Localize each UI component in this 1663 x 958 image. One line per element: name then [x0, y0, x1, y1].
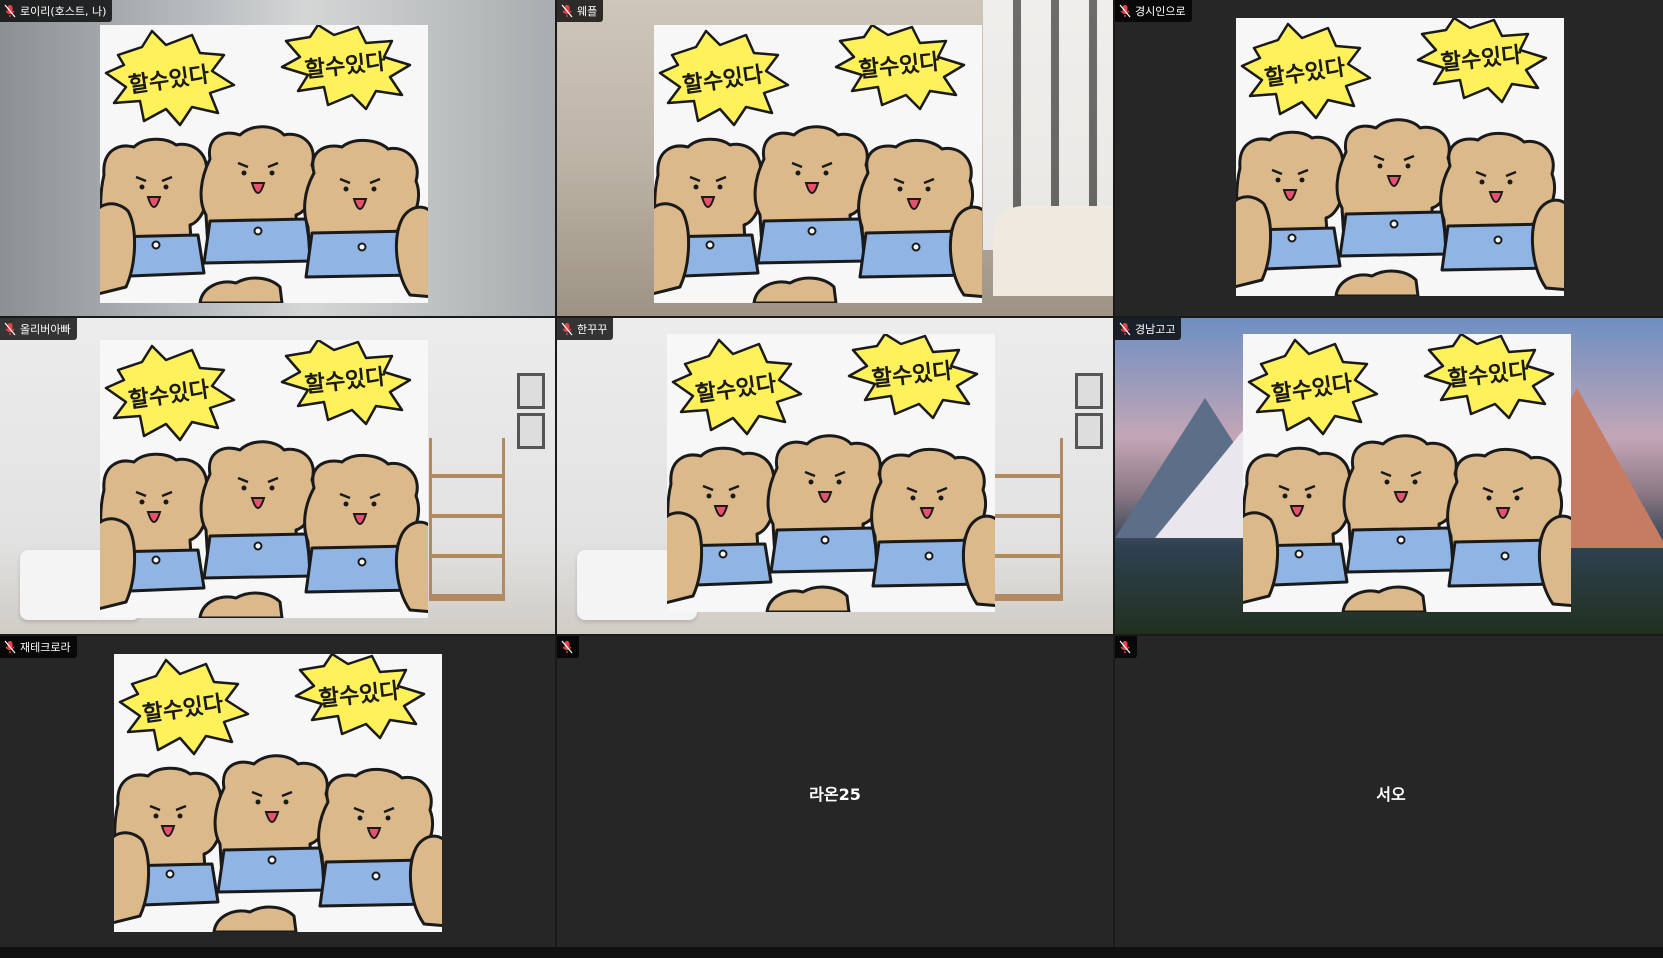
participant-name-tag: 재테크로라 — [0, 636, 77, 658]
participant-tile[interactable]: 올리버아빠 할수있다 할수있다 — [0, 318, 555, 634]
participant-name: 한꾸꾸 — [577, 323, 608, 336]
participant-name-tag: 경남고고 — [1115, 318, 1182, 340]
participant-tile[interactable]: 로이리(호스트, 나) 할수있다 할수있다 — [0, 0, 555, 316]
video-feed: 할수있다 할수있다 — [100, 340, 428, 618]
participant-name-tag: 로이리(호스트, 나) — [0, 0, 113, 22]
video-feed: 할수있다 할수있다 — [100, 25, 428, 303]
video-feed: 할수있다 할수있다 — [1243, 334, 1571, 612]
mic-muted-icon — [1119, 322, 1131, 336]
participant-grid: 로이리(호스트, 나) 할수있다 할수있다 웨플 할수있다 할수있다 경시인으로… — [0, 0, 1663, 949]
participant-name: 경시인으로 — [1135, 5, 1186, 18]
participant-name: 경남고고 — [1135, 323, 1176, 336]
participant-display-name: 서오 — [1376, 784, 1406, 804]
background-shelf — [987, 438, 1063, 601]
participant-name: 로이리(호스트, 나) — [20, 5, 107, 18]
mic-muted-icon — [561, 640, 573, 654]
participant-tile[interactable]: 웨플 할수있다 할수있다 — [557, 0, 1113, 316]
participant-tile[interactable]: 경시인으로 할수있다 할수있다 — [1115, 0, 1663, 316]
mic-muted-icon — [1119, 640, 1131, 654]
video-feed: 할수있다 할수있다 — [654, 25, 982, 303]
video-feed: 할수있다 할수있다 — [1236, 18, 1564, 296]
participant-tile[interactable]: 재테크로라 할수있다 할수있다 — [0, 636, 555, 949]
participant-name: 재테크로라 — [20, 641, 71, 654]
bottom-bar — [0, 947, 1663, 958]
background-frame — [517, 373, 545, 409]
background-frame — [1075, 373, 1103, 409]
mic-muted-icon — [561, 322, 573, 336]
mic-muted-icon — [4, 4, 16, 18]
participant-name-tag: 한꾸꾸 — [557, 318, 614, 340]
participant-name-tag: 웨플 — [557, 0, 604, 22]
background-frame — [1075, 413, 1103, 449]
mic-muted-icon — [1119, 4, 1131, 18]
background-frame — [517, 413, 545, 449]
mic-muted-icon — [4, 322, 16, 336]
background-couch — [993, 206, 1113, 296]
participant-name-tag — [557, 636, 579, 658]
participant-tile[interactable]: 라온25 — [557, 636, 1113, 949]
mic-muted-icon — [561, 4, 573, 18]
mic-muted-icon — [4, 640, 16, 654]
participant-tile[interactable]: 경남고고 할수있다 할수있다 — [1115, 318, 1663, 634]
participant-name-tag: 올리버아빠 — [0, 318, 77, 340]
participant-name-tag — [1115, 636, 1137, 658]
participant-display-name: 라온25 — [809, 784, 861, 804]
video-feed: 할수있다 할수있다 — [114, 654, 442, 932]
participant-name: 올리버아빠 — [20, 323, 71, 336]
background-shelf — [429, 438, 505, 601]
participant-tile[interactable]: 한꾸꾸 할수있다 할수있다 — [557, 318, 1113, 634]
video-feed: 할수있다 할수있다 — [667, 334, 995, 612]
participant-name-tag: 경시인으로 — [1115, 0, 1192, 22]
participant-tile[interactable]: 서오 — [1115, 636, 1663, 949]
participant-name: 웨플 — [577, 5, 598, 18]
